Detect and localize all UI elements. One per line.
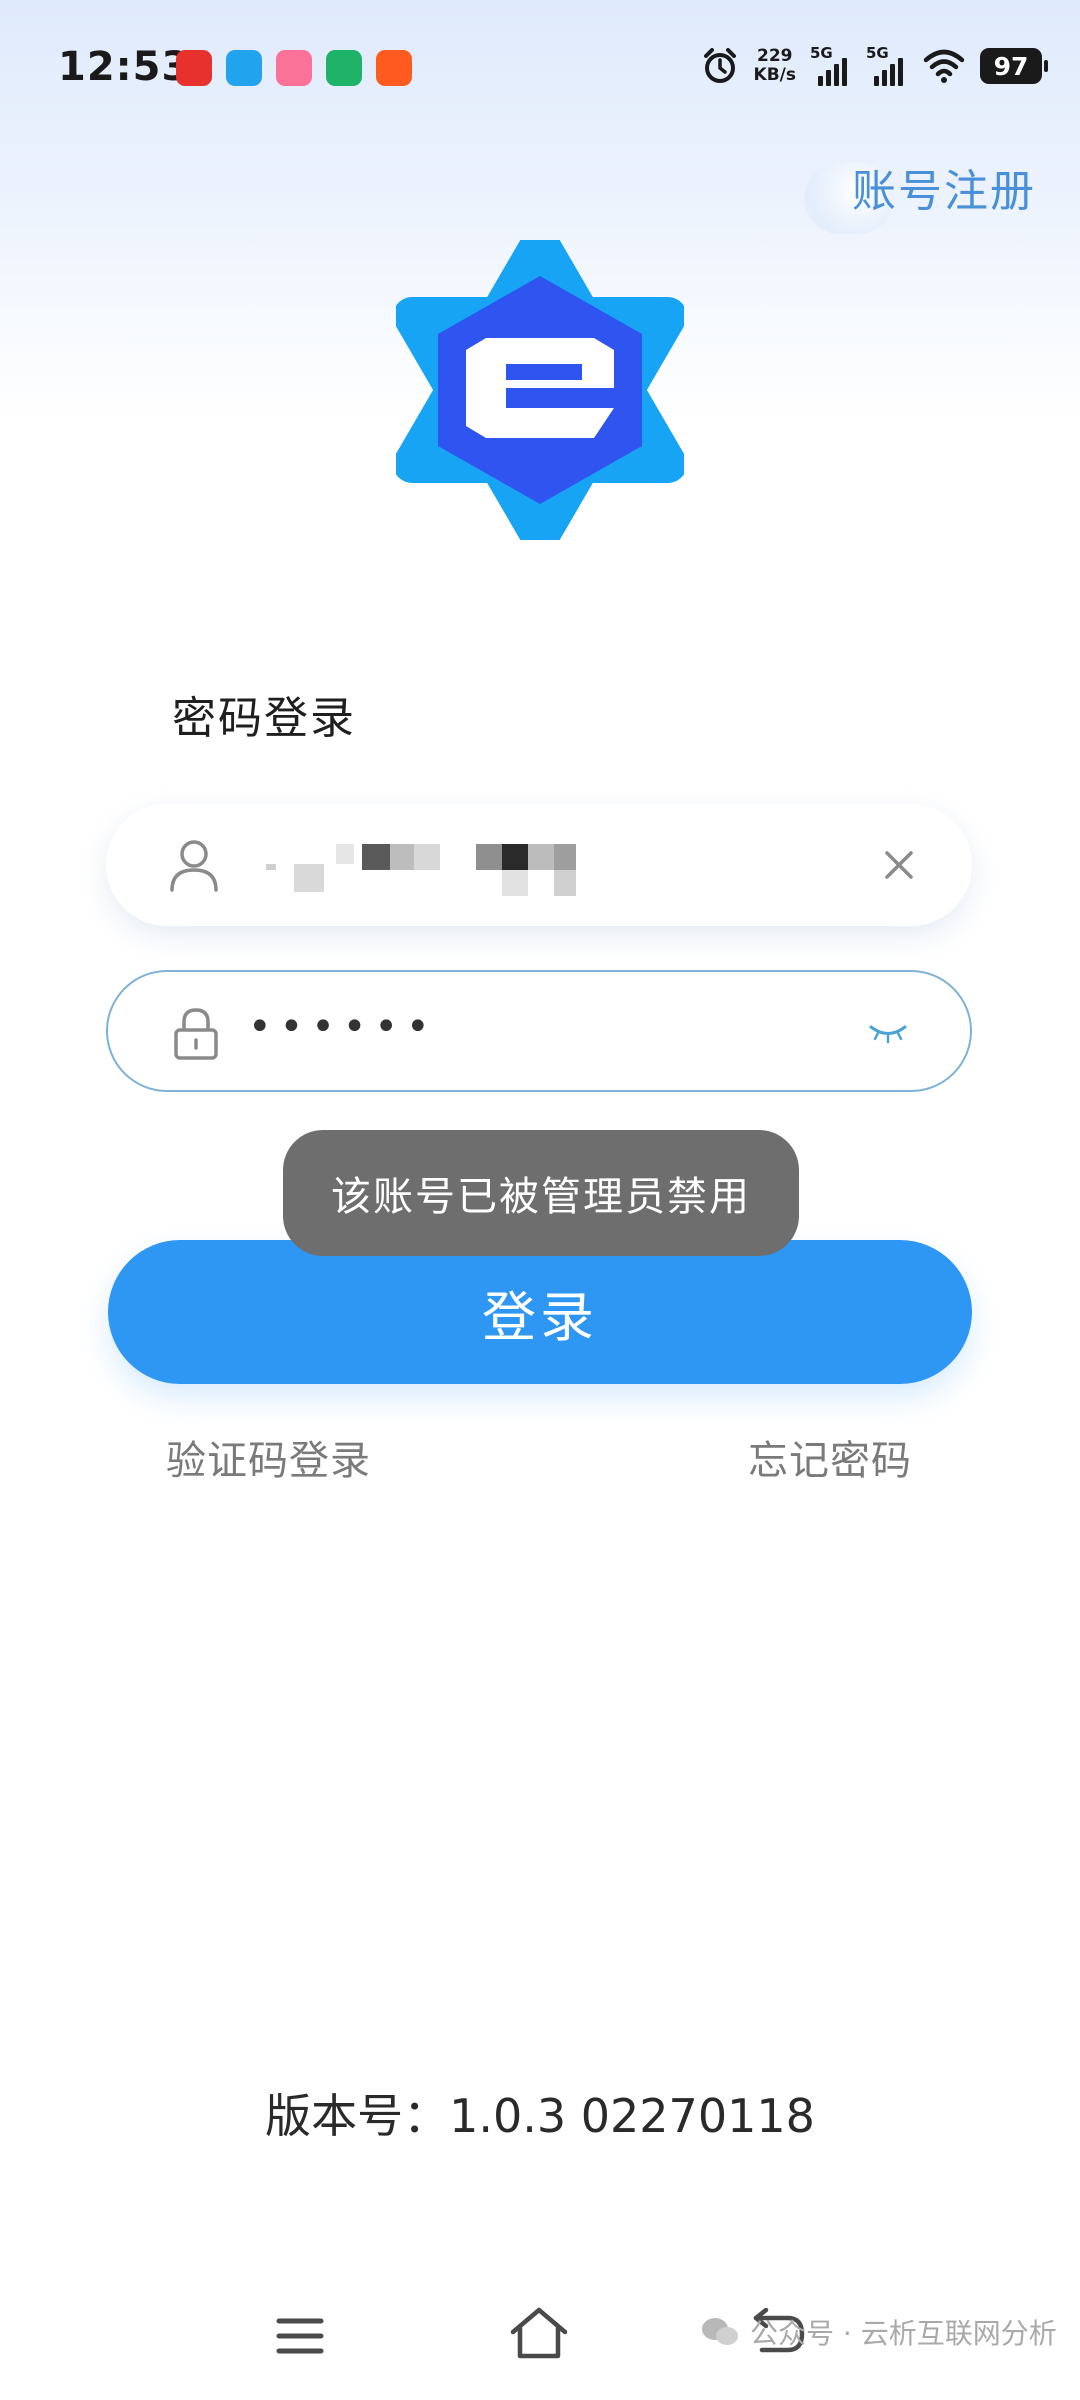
password-input[interactable]: ••••••	[248, 1004, 438, 1050]
watermark: 公众号 · 云析互联网分析	[700, 2312, 1057, 2352]
notification-icons	[176, 50, 412, 86]
username-field[interactable]	[106, 804, 972, 926]
e-logo-icon	[396, 240, 684, 540]
status-time: 12:53	[58, 44, 191, 90]
wifi-app-icon	[326, 50, 362, 86]
register-area[interactable]: 账号注册	[804, 146, 1036, 234]
home-icon[interactable]	[508, 2306, 570, 2360]
username-redacted	[266, 844, 576, 896]
eye-closed-icon[interactable]	[868, 1022, 908, 1044]
watermark-text: 公众号 · 云析互联网分析	[750, 2317, 1057, 2350]
battery-indicator: 97	[980, 48, 1048, 84]
version-label: 版本号：1.0.3 02270118	[265, 2089, 815, 2143]
wechat-icon	[702, 2318, 738, 2345]
status-bar: 12:53 229 KB/s 5G 5G 97	[0, 0, 1080, 140]
signal-icon-1: 5G	[810, 44, 852, 86]
gallery-icon	[226, 50, 262, 86]
page-title: 密码登录	[172, 693, 356, 744]
network-speed-value: 229	[757, 46, 793, 66]
signal-label-1: 5G	[810, 44, 833, 62]
network-speed-unit: KB/s	[753, 65, 796, 85]
close-icon[interactable]	[882, 848, 916, 882]
signal-icon-2: 5G	[866, 44, 908, 86]
menu-icon[interactable]	[276, 2316, 324, 2356]
wifi-icon	[923, 49, 965, 83]
lock-icon	[174, 1008, 218, 1060]
register-link[interactable]: 账号注册	[852, 155, 1036, 219]
system-icons: 229 KB/s 5G 5G 97	[700, 44, 1048, 86]
forgot-password-link[interactable]: 忘记密码	[748, 1428, 912, 1486]
weibo-icon	[176, 50, 212, 86]
toast-message: 该账号已被管理员禁用	[283, 1130, 799, 1256]
network-speed: 229 KB/s	[754, 47, 796, 85]
alarm-icon	[703, 48, 736, 83]
sms-login-link[interactable]: 验证码登录	[166, 1428, 371, 1486]
signal-label-2: 5G	[866, 44, 889, 62]
login-button[interactable]: 登录	[108, 1240, 972, 1384]
password-field[interactable]: ••••••	[106, 970, 972, 1092]
user-icon	[170, 840, 218, 892]
kuaishou-icon	[376, 50, 412, 86]
bilibili-icon	[276, 50, 312, 86]
